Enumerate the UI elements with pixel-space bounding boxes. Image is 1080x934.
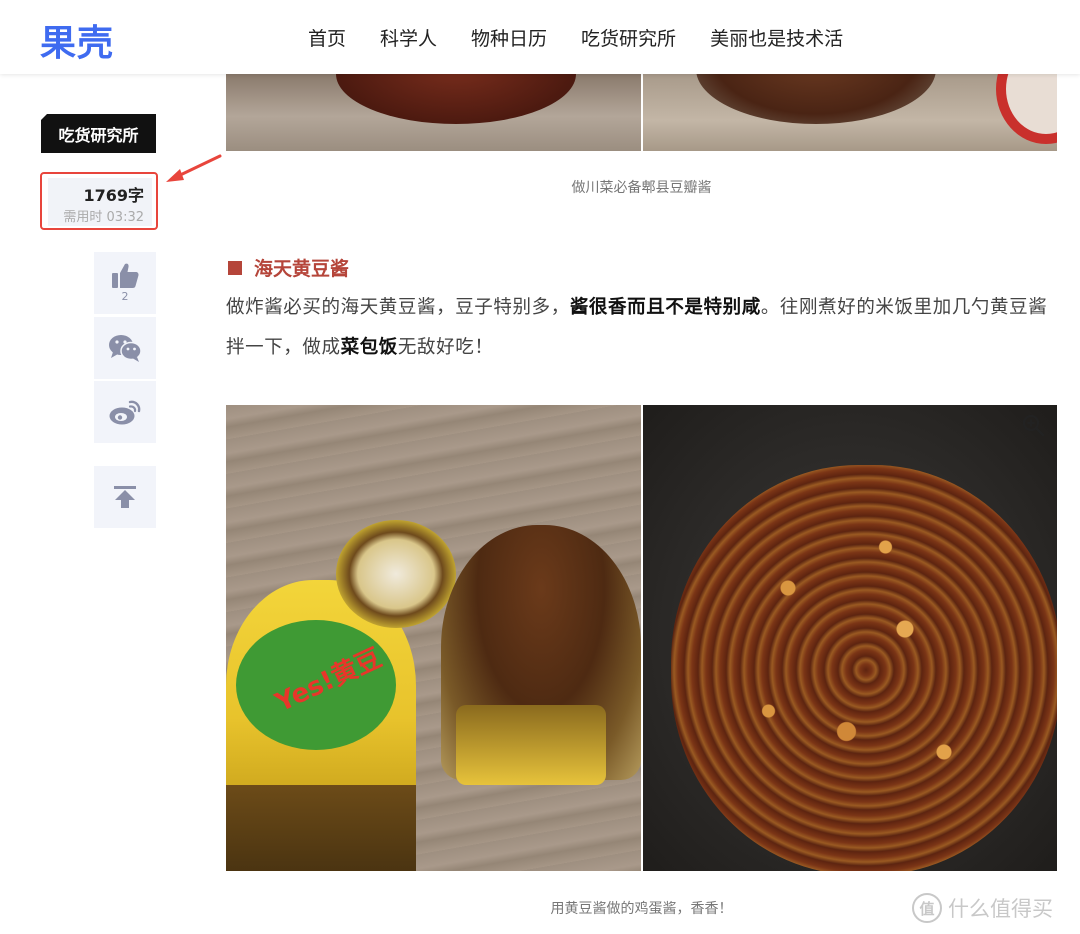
read-time: 需用时 03:32 [63, 210, 144, 225]
nav-item-species-calendar[interactable]: 物种日历 [471, 24, 547, 51]
share-weibo-button[interactable] [94, 381, 156, 443]
nav-item-foodie-institute[interactable]: 吃货研究所 [581, 24, 676, 51]
annotation-arrow-icon [166, 154, 222, 182]
watermark-badge: 值 [912, 893, 942, 923]
nav-item-home[interactable]: 首页 [308, 24, 346, 51]
weibo-icon [109, 400, 141, 425]
site-logo[interactable]: 果壳 [40, 14, 114, 66]
article-paragraph: 做炸酱必买的海天黄豆酱，豆子特别多，酱很香而且不是特别咸。往刚煮好的米饭里加几勺… [226, 288, 1061, 368]
article-image[interactable]: Yes!黄豆 [226, 405, 1057, 871]
section-title: 海天黄豆酱 [254, 258, 350, 280]
wechat-icon [109, 335, 142, 362]
heading-marker [228, 260, 242, 275]
nav-item-scientific-american[interactable]: 科学人 [380, 24, 437, 51]
section-heading: 海天黄豆酱 [228, 254, 349, 281]
jar-body-shape [226, 785, 416, 871]
paragraph-bold-text: 菜包饭 [340, 337, 398, 358]
jar-lid-shape [336, 520, 456, 628]
main-nav: 首页 科学人 物种日历 吃货研究所 美丽也是技术活 [308, 24, 843, 51]
site-header: 果壳 首页 科学人 物种日历 吃货研究所 美丽也是技术活 [0, 0, 1080, 74]
paragraph-text: 无敌好吃！ [397, 337, 494, 358]
paragraph-bold-text: 酱很香而且不是特别咸 [569, 297, 761, 318]
article-image-previous [226, 74, 1057, 151]
back-to-top-button[interactable] [94, 466, 156, 528]
category-tag[interactable]: 吃货研究所 [41, 114, 156, 153]
thumbs-up-icon [112, 263, 139, 288]
share-wechat-button[interactable] [94, 317, 156, 379]
arrow-up-to-top-icon [114, 486, 136, 508]
like-button[interactable]: 2 [94, 252, 156, 314]
word-count: 1769字 [83, 186, 144, 205]
watermark-text: 什么值得买 [948, 897, 1053, 921]
watermark: 值 什么值得买 [912, 893, 1053, 923]
nav-item-beauty[interactable]: 美丽也是技术活 [710, 24, 843, 51]
zoom-in-icon[interactable] [1021, 413, 1045, 437]
image-caption: 做川菜必备郫县豆瓣酱 [571, 180, 712, 196]
like-count: 2 [121, 290, 129, 303]
word-count-panel: 1769字 需用时 03:32 [40, 172, 158, 230]
jar-body-shape [456, 705, 606, 785]
paragraph-text: 做炸酱必买的海天黄豆酱，豆子特别多， [226, 297, 570, 318]
wok-food-shape [671, 465, 1057, 871]
